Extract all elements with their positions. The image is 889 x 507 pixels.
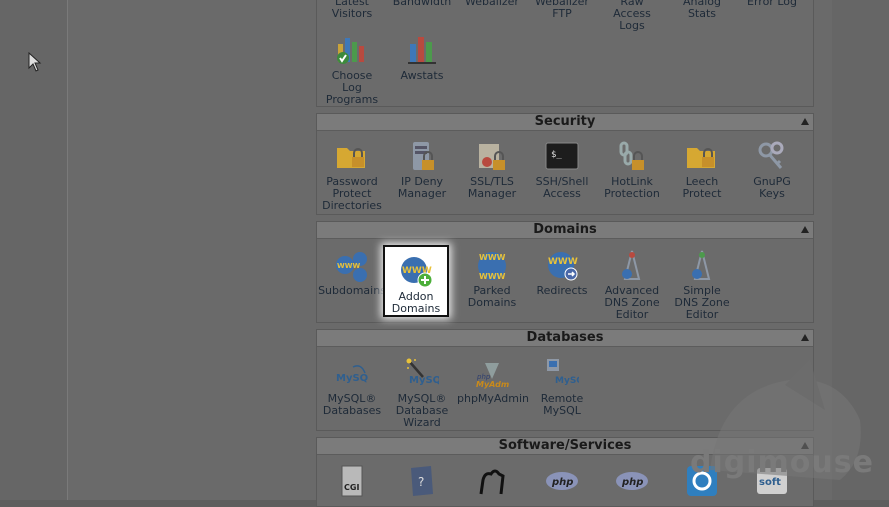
www-parked-icon: WWW WWW xyxy=(478,252,506,281)
watermark-text: digimouse xyxy=(690,445,874,480)
webalizer-ftp-item[interactable]: Webalizer FTP xyxy=(527,0,597,20)
ip-deny-manager-item[interactable]: IP Deny Manager xyxy=(387,140,457,200)
dns-tower-icon xyxy=(622,250,641,280)
collapse-arrow-icon[interactable] xyxy=(801,226,809,233)
awstats-item[interactable]: Awstats xyxy=(387,34,457,82)
svg-text:WWW: WWW xyxy=(479,253,506,262)
remote-mysql-icon: MySQL xyxy=(547,359,579,386)
mysql-database-wizard-item[interactable]: MySQL MySQL® Database Wizard xyxy=(387,357,457,429)
databases-title: Databases xyxy=(526,330,604,345)
gnupg-keys-item[interactable]: GnuPG Keys xyxy=(737,140,807,200)
collapse-arrow-icon[interactable] xyxy=(801,334,809,341)
svg-text:php: php xyxy=(621,477,643,488)
mysql-icon: MySQL xyxy=(336,365,369,384)
help-book-icon: ? xyxy=(411,466,433,496)
mouse-cursor-icon xyxy=(28,52,42,72)
cgi-icon: CGI xyxy=(341,465,363,497)
collapse-arrow-icon[interactable] xyxy=(801,118,809,125)
leech-protect-item[interactable]: Leech Protect xyxy=(667,140,737,200)
ssh-shell-access-item[interactable]: $_ SSH/Shell Access xyxy=(527,140,597,200)
parked-domains-item[interactable]: WWW WWW Parked Domains xyxy=(457,249,527,309)
security-panel-header[interactable]: Security xyxy=(317,114,813,131)
svg-text:?: ? xyxy=(418,475,424,489)
domains-panel-header[interactable]: Domains xyxy=(317,222,813,239)
php-config-item[interactable]: php xyxy=(527,464,597,500)
svg-text:php: php xyxy=(551,477,573,488)
www-globes-icon: WWW xyxy=(336,252,367,282)
perl-camel-icon xyxy=(479,469,505,495)
www-redirect-icon: WWW xyxy=(548,252,578,281)
error-log-item[interactable]: Error Log xyxy=(737,0,807,8)
php-pear-item[interactable]: php xyxy=(597,464,667,500)
remote-mysql-item[interactable]: MySQL Remote MySQL xyxy=(527,357,597,417)
chain-lock-icon xyxy=(619,141,644,170)
redirects-item[interactable]: WWW Redirects xyxy=(527,249,597,297)
webalizer-item[interactable]: Webalizer xyxy=(457,0,527,8)
folder-lock-icon xyxy=(337,148,365,168)
subdomains-item[interactable]: WWW Subdomains xyxy=(317,249,387,297)
svg-text:WWW: WWW xyxy=(479,272,506,281)
security-title: Security xyxy=(534,114,596,129)
raw-access-logs-item[interactable]: Raw Access Logs xyxy=(597,0,667,32)
phpmyadmin-icon: php MyAdmin xyxy=(476,363,509,389)
server-lock-icon xyxy=(413,142,434,170)
php-icon: php xyxy=(616,472,648,490)
awstats-icon xyxy=(408,37,436,64)
left-margin xyxy=(0,0,67,500)
dns-tower-icon xyxy=(692,250,711,280)
perl-modules-item[interactable] xyxy=(457,464,527,500)
phpmyadmin-item[interactable]: php MyAdmin phpMyAdmin xyxy=(457,357,529,405)
mysql-databases-item[interactable]: MySQL MySQL® Databases xyxy=(317,357,387,417)
svg-text:MySQL: MySQL xyxy=(555,376,579,386)
databases-panel-header[interactable]: Databases xyxy=(317,330,813,347)
svg-text:WWW: WWW xyxy=(337,262,360,270)
simple-dns-zone-editor-item[interactable]: Simple DNS Zone Editor xyxy=(667,249,737,321)
screen: Latest Visitors Bandwidth Webalizer Weba… xyxy=(0,0,889,507)
password-protect-item[interactable]: Password Protect Directories xyxy=(317,140,387,212)
help-book-item[interactable]: ? xyxy=(387,464,457,500)
mysql-wizard-icon: MySQL xyxy=(406,358,439,386)
ssl-tls-manager-item[interactable]: SSL/TLS Manager xyxy=(457,140,527,200)
addon-domains-item[interactable]: WWW Addon Domains xyxy=(383,255,449,315)
domains-title: Domains xyxy=(533,222,597,237)
choose-log-programs-item[interactable]: Choose Log Programs xyxy=(317,34,387,106)
www-add-icon: WWW xyxy=(401,257,433,288)
svg-text:WWW: WWW xyxy=(548,257,578,267)
certificate-lock-icon xyxy=(479,144,505,170)
svg-text:$_: $_ xyxy=(551,150,562,160)
bandwidth-item[interactable]: Bandwidth xyxy=(387,0,457,8)
cgi-item[interactable]: CGI xyxy=(317,464,387,500)
svg-text:CGI: CGI xyxy=(344,483,359,492)
terminal-icon: $_ xyxy=(545,142,579,170)
advanced-dns-zone-editor-item[interactable]: Advanced DNS Zone Editor xyxy=(597,249,667,321)
keys-icon xyxy=(758,141,784,169)
svg-text:MySQL: MySQL xyxy=(336,373,369,384)
php-icon: php xyxy=(546,472,578,490)
svg-text:MyAdmin: MyAdmin xyxy=(476,380,509,389)
analog-stats-item[interactable]: Analog Stats xyxy=(667,0,737,20)
log-programs-icon xyxy=(337,38,364,64)
folder-lock-icon xyxy=(687,148,715,168)
svg-text:MySQL: MySQL xyxy=(409,375,439,386)
hotlink-protection-item[interactable]: HotLink Protection xyxy=(597,140,667,200)
latest-visitors-item[interactable]: Latest Visitors xyxy=(317,0,387,20)
